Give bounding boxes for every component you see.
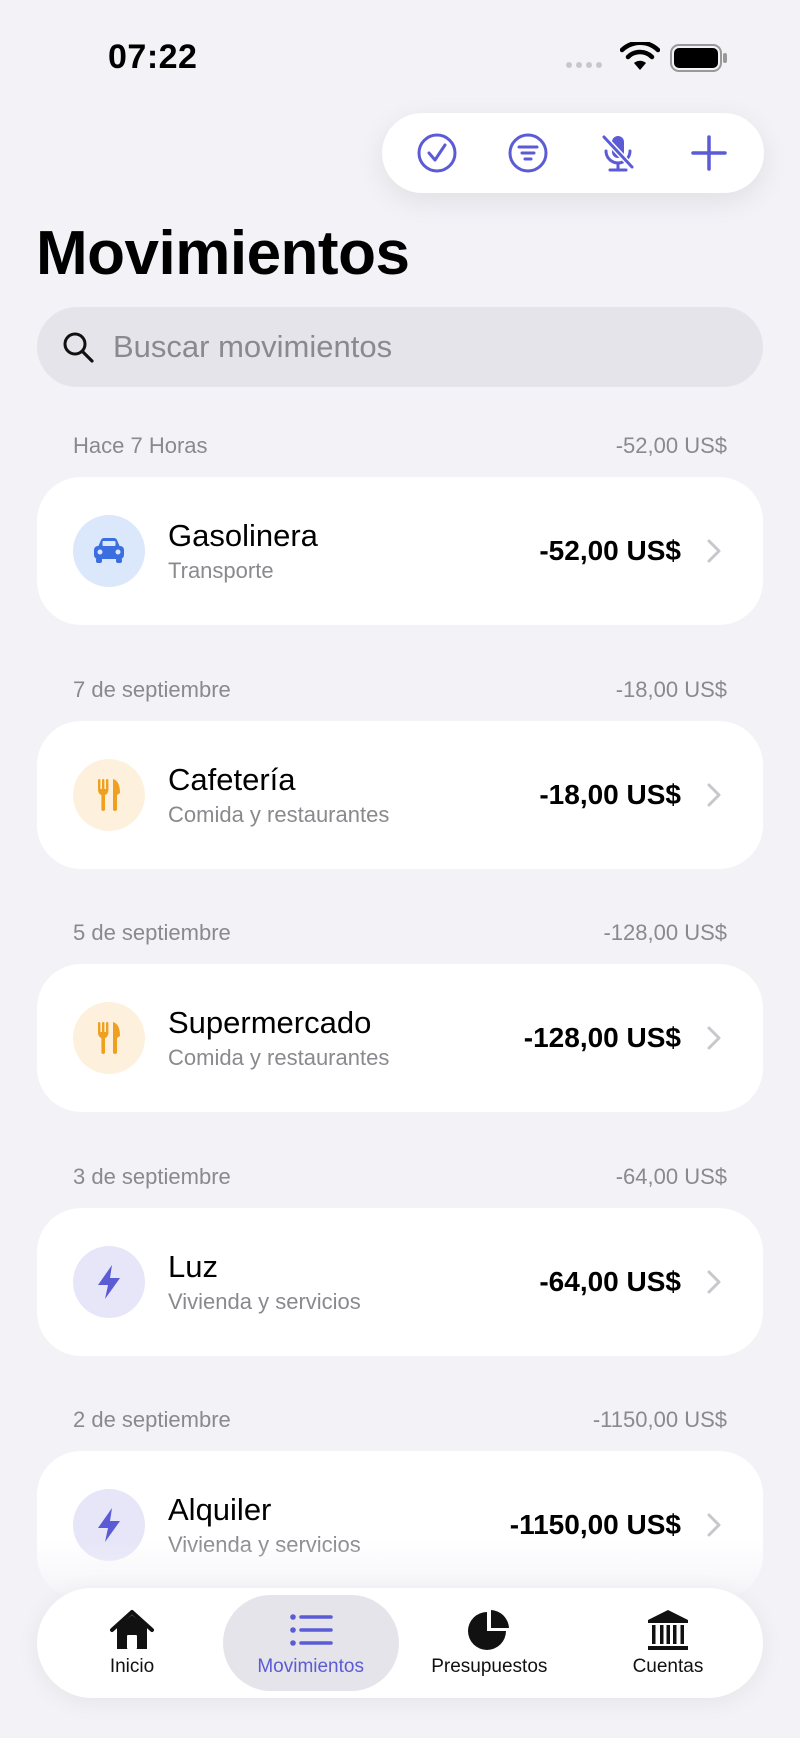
section-total: -18,00 US$ <box>615 677 727 702</box>
section-total: -1150,00 US$ <box>592 1407 727 1432</box>
search-icon <box>63 332 94 363</box>
top-toolbar <box>382 113 764 193</box>
transaction-amount: -64,00 US$ <box>539 1266 681 1297</box>
tab-inicio[interactable]: Inicio <box>44 1595 220 1691</box>
section-total: -52,00 US$ <box>615 433 727 458</box>
wifi-icon <box>620 42 660 70</box>
tab-presupuestos[interactable]: Presupuestos <box>401 1595 577 1691</box>
checkmark-circle-icon <box>417 133 457 173</box>
cellular-signal-icon <box>566 62 602 68</box>
transaction-name: Gasolinera <box>168 518 318 553</box>
status-bar: 07:22 <box>0 0 800 120</box>
search-input[interactable] <box>113 329 693 365</box>
chevron-right-icon <box>707 1026 721 1050</box>
transaction-amount: -1150,00 US$ <box>509 1509 681 1540</box>
fork-knife-icon <box>98 779 120 811</box>
bank-icon <box>647 1610 688 1650</box>
tab-label: Presupuestos <box>431 1656 548 1677</box>
voice-input-button[interactable] <box>590 125 646 181</box>
section-header: 3 de septiembre -64,00 US$ <box>73 1164 727 1190</box>
chevron-right-icon <box>707 1270 721 1294</box>
tab-label: Inicio <box>109 1656 155 1677</box>
pie-chart-icon <box>468 1610 510 1650</box>
transaction-name: Cafetería <box>168 762 296 797</box>
bolt-icon <box>98 1265 120 1299</box>
bolt-icon <box>98 1508 120 1542</box>
section-total: -64,00 US$ <box>615 1164 727 1189</box>
section-total: -128,00 US$ <box>603 920 727 945</box>
section-header: Hace 7 Horas -52,00 US$ <box>73 433 727 459</box>
chevron-right-icon <box>707 539 721 563</box>
transaction-category: Comida y restaurantes <box>168 802 390 827</box>
fork-knife-icon <box>98 1022 120 1054</box>
transaction-name: Alquiler <box>168 1492 272 1527</box>
filter-icon <box>508 133 548 173</box>
add-movement-button[interactable] <box>681 125 737 181</box>
status-time: 07:22 <box>108 38 198 76</box>
page-title: Movimientos <box>36 219 410 288</box>
section-header: 5 de septiembre -128,00 US$ <box>73 920 727 946</box>
category-icon-badge <box>73 1246 145 1318</box>
tab-bar: Inicio Movimientos Presupuestos Cuentas <box>37 1588 763 1698</box>
tab-movimientos[interactable]: Movimientos <box>222 1595 399 1691</box>
transaction-amount: -18,00 US$ <box>539 779 681 810</box>
transaction-row-gasolinera[interactable]: Gasolinera Transporte -52,00 US$ <box>37 477 763 625</box>
transaction-category: Vivienda y servicios <box>168 1289 361 1314</box>
section-date: Hace 7 Horas <box>73 433 208 458</box>
battery-icon <box>670 44 727 72</box>
section-date: 5 de septiembre <box>73 920 231 945</box>
search-bar[interactable] <box>37 307 763 387</box>
chevron-right-icon <box>707 1513 721 1537</box>
house-icon <box>110 1610 154 1649</box>
category-icon-badge <box>73 1002 145 1074</box>
section-date: 7 de septiembre <box>73 677 231 702</box>
transaction-row-supermercado[interactable]: Supermercado Comida y restaurantes -128,… <box>37 964 763 1112</box>
tab-label: Movimientos <box>257 1656 364 1677</box>
section-date: 3 de septiembre <box>73 1164 231 1189</box>
chevron-right-icon <box>707 783 721 807</box>
transaction-amount: -52,00 US$ <box>539 535 681 566</box>
plus-icon <box>691 135 727 171</box>
transaction-amount: -128,00 US$ <box>523 1022 681 1053</box>
car-icon <box>94 538 124 563</box>
tab-cuentas[interactable]: Cuentas <box>580 1595 756 1691</box>
category-icon-badge <box>73 759 145 831</box>
transaction-category: Comida y restaurantes <box>168 1045 390 1070</box>
list-icon <box>289 1614 333 1646</box>
tab-label: Cuentas <box>632 1656 704 1677</box>
filter-button[interactable] <box>500 125 556 181</box>
transaction-row-cafeteria[interactable]: Cafetería Comida y restaurantes -18,00 U… <box>37 721 763 869</box>
section-header: 2 de septiembre -1150,00 US$ <box>73 1407 727 1433</box>
section-header: 7 de septiembre -18,00 US$ <box>73 677 727 703</box>
transaction-name: Luz <box>168 1249 218 1284</box>
mic-slash-icon <box>602 134 635 172</box>
transaction-category: Transporte <box>168 558 274 583</box>
section-date: 2 de septiembre <box>73 1407 231 1432</box>
transaction-row-luz[interactable]: Luz Vivienda y servicios -64,00 US$ <box>37 1208 763 1356</box>
transaction-name: Supermercado <box>168 1005 372 1040</box>
category-icon-badge <box>73 515 145 587</box>
select-button[interactable] <box>409 125 465 181</box>
